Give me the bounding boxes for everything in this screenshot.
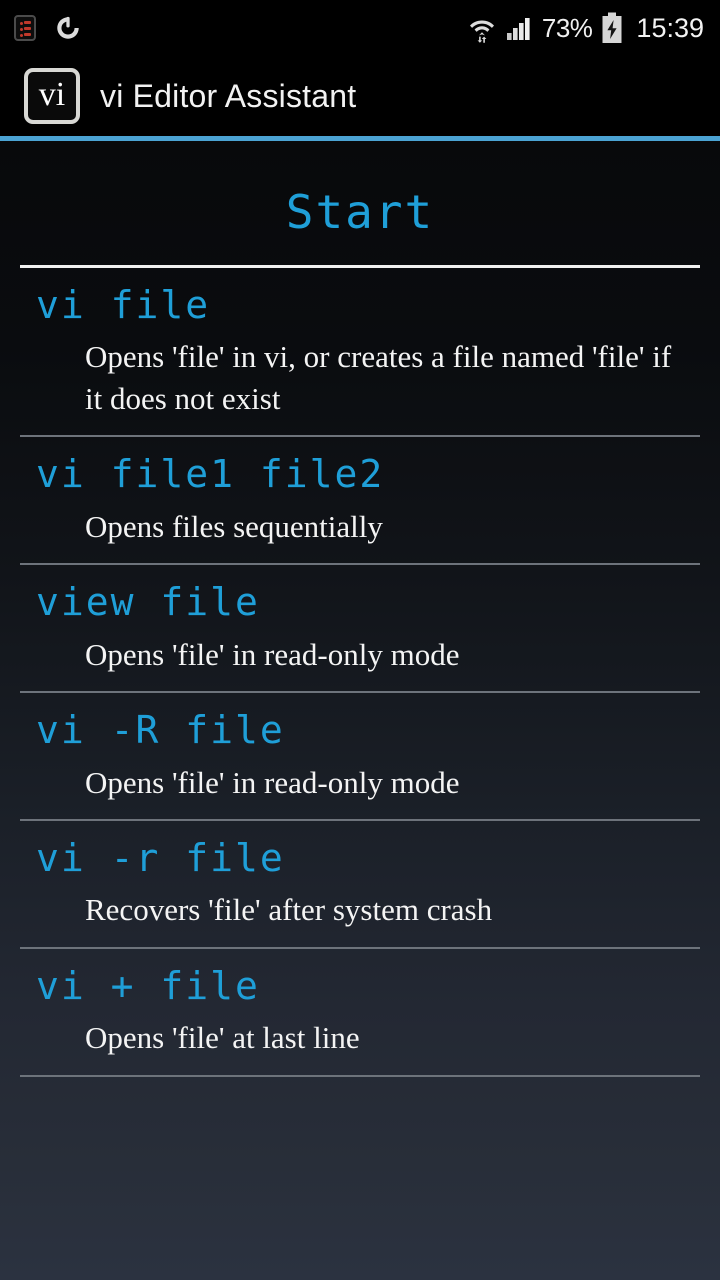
app-icon-text: vi	[38, 76, 66, 113]
list-item[interactable]: vi file Opens 'file' in vi, or creates a …	[0, 268, 720, 438]
command-label: vi file1 file2	[36, 452, 385, 497]
battery-saver-icon	[57, 16, 79, 39]
command-description: Opens 'file' in read-only mode	[85, 764, 460, 800]
app-icon: vi	[24, 68, 80, 124]
list-item-divider	[20, 1074, 700, 1077]
command-description: Opens 'file' in vi, or creates a file na…	[85, 339, 672, 416]
wifi-icon	[469, 20, 494, 43]
cellular-signal-icon	[506, 18, 530, 40]
battery-percentage-label: 73%	[541, 12, 593, 43]
command-label: vi -r file	[36, 836, 285, 881]
battery-charging-icon	[602, 12, 622, 43]
notifications-list-icon	[14, 15, 36, 41]
command-label: view file	[36, 580, 260, 625]
content-scroll-area[interactable]: Start vi file Opens 'file' in vi, or crea…	[0, 141, 720, 1280]
app-bar: vi vi Editor Assistant	[0, 56, 720, 136]
clock-label: 15:39	[636, 12, 704, 43]
command-label: vi -R file	[36, 708, 285, 753]
status-bar-left-icons	[14, 14, 82, 42]
status-bar-right-icons: 73% 15:39	[468, 12, 704, 44]
app-title: vi Editor Assistant	[100, 77, 357, 114]
list-item[interactable]: vi -r file Recovers 'file' after system c…	[0, 821, 720, 949]
list-item[interactable]: vi file1 file2 Opens files sequentially	[0, 437, 720, 566]
command-description: Recovers 'file' after system crash	[85, 892, 493, 928]
list-item[interactable]: vi -R file Opens 'file' in read-only mode	[0, 693, 720, 822]
status-bar: 73% 15:39	[0, 0, 720, 56]
command-label: vi file	[36, 283, 211, 327]
list-item[interactable]: view file Opens 'file' in read-only mode	[0, 565, 720, 694]
command-label: vi + file	[36, 963, 260, 1008]
command-description: Opens files sequentially	[85, 508, 383, 544]
command-description: Opens 'file' at last line	[85, 1020, 360, 1056]
page-title: Start	[285, 185, 435, 239]
list-item[interactable]: vi + file Opens 'file' at last line	[0, 949, 720, 1077]
app-screen: 73% 15:39 vi vi Editor Assistant Start v…	[0, 0, 720, 1280]
command-description: Opens 'file' in read-only mode	[85, 636, 460, 672]
command-list: vi file Opens 'file' in vi, or creates a …	[0, 268, 720, 1077]
